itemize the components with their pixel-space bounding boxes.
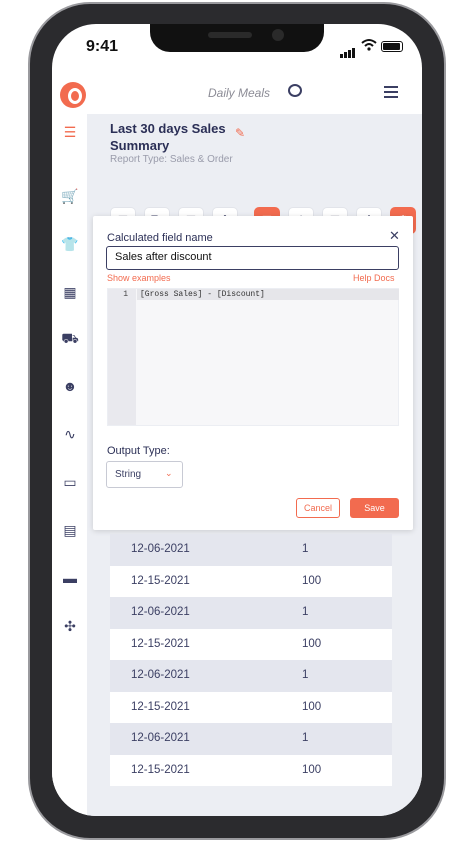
- chat-icon[interactable]: [288, 84, 302, 97]
- formula-editor[interactable]: 1 [Gross Sales] - [Discount]: [107, 288, 399, 426]
- calculator-icon[interactable]: ▤: [60, 520, 80, 540]
- shirt-icon[interactable]: 👕: [60, 234, 80, 254]
- date-cell: 12-06-2021: [131, 732, 190, 744]
- speaker: [208, 32, 252, 38]
- line-number: 1: [108, 289, 136, 425]
- table-row: 12-15-2021 100: [110, 565, 392, 597]
- signal-icon: [340, 40, 356, 58]
- cart-icon[interactable]: 🛒: [60, 186, 80, 206]
- value-cell: 1: [302, 543, 309, 555]
- boxes-icon[interactable]: ▦: [60, 282, 80, 302]
- table-row: 12-06-2021 1: [110, 597, 392, 629]
- output-type-value: String: [115, 469, 142, 480]
- output-type-label: Output Type:: [107, 445, 170, 457]
- value-cell: 100: [302, 700, 322, 713]
- table-row: 12-15-2021 100: [110, 628, 392, 660]
- date-cell: 12-06-2021: [131, 606, 190, 618]
- status-bar: 9:41: [52, 24, 422, 68]
- close-icon[interactable]: ✕: [389, 228, 400, 244]
- card-icon[interactable]: ▬: [60, 568, 80, 588]
- help-docs-link[interactable]: Help Docs: [353, 273, 395, 283]
- truck-icon[interactable]: ⛟: [60, 328, 80, 348]
- value-cell: 100: [302, 574, 322, 587]
- date-cell: 12-15-2021: [131, 700, 190, 713]
- network-icon[interactable]: ✣: [60, 616, 80, 636]
- value-cell: 100: [302, 637, 322, 650]
- wifi-icon: [361, 39, 377, 51]
- date-cell: 12-15-2021: [131, 763, 190, 776]
- date-cell: 12-15-2021: [131, 637, 190, 650]
- table-row: 12-15-2021 100: [110, 691, 392, 723]
- menu-icon[interactable]: [384, 86, 398, 101]
- notch: [150, 24, 324, 52]
- camera: [272, 29, 284, 41]
- date-cell: 12-15-2021: [131, 574, 190, 587]
- show-examples-link[interactable]: Show examples: [107, 273, 171, 283]
- calculated-field-panel: Calculated field name ✕ Sales after disc…: [93, 216, 413, 530]
- cancel-button[interactable]: Cancel: [296, 498, 340, 518]
- report-subtitle: Report Type: Sales & Order: [110, 154, 233, 165]
- value-cell: 1: [302, 732, 309, 744]
- battery-icon: [381, 41, 403, 52]
- table-row: 12-06-2021 1: [110, 660, 392, 692]
- edit-icon[interactable]: ✎: [235, 126, 245, 140]
- data-table: 12-06-2021 1 12-15-2021 100 12-06-2021 1 12…: [110, 534, 392, 786]
- date-cell: 12-06-2021: [131, 543, 190, 555]
- table-row: 12-06-2021 1: [110, 723, 392, 755]
- table-row: 12-06-2021 1: [110, 534, 392, 566]
- value-cell: 1: [302, 606, 309, 618]
- formula-line[interactable]: [Gross Sales] - [Discount]: [137, 289, 399, 300]
- users-icon[interactable]: ☻: [60, 376, 80, 396]
- field-name-input[interactable]: Sales after discount: [106, 246, 399, 270]
- field-name-label: Calculated field name: [107, 232, 213, 244]
- route-icon[interactable]: ∿: [60, 424, 80, 444]
- money-icon[interactable]: ▭: [60, 472, 80, 492]
- output-type-select[interactable]: String ⌄: [106, 461, 183, 488]
- sidebar-menu-icon[interactable]: ☰: [60, 122, 80, 142]
- value-cell: 1: [302, 669, 309, 681]
- report-title: Last 30 days Sales Summary: [110, 121, 226, 153]
- chevron-down-icon: ⌄: [165, 468, 173, 478]
- app-header: Daily Meals: [52, 70, 422, 114]
- value-cell: 100: [302, 763, 322, 776]
- sidebar: ☰ 🛒 👕 ▦ ⛟ ☻ ∿ ▭ ▤ ▬ ✣: [52, 114, 88, 816]
- app-title: Daily Meals: [208, 86, 271, 100]
- save-button[interactable]: Save: [350, 498, 399, 518]
- table-row: 12-15-2021 100: [110, 754, 392, 786]
- logo-icon[interactable]: [60, 82, 86, 108]
- date-cell: 12-06-2021: [131, 669, 190, 681]
- status-time: 9:41: [86, 38, 119, 55]
